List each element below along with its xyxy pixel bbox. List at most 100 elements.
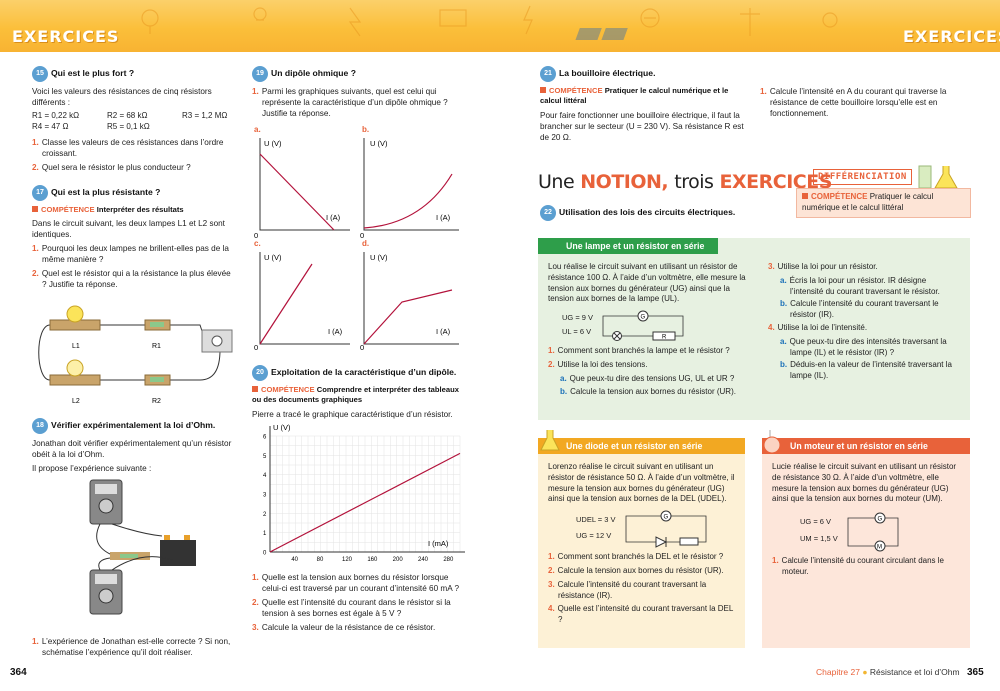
udel-value: UDEL = 3 V — [576, 515, 616, 525]
svg-text:U (V): U (V) — [264, 253, 282, 262]
exercise-22: 22 Utilisation des lois des circuits élec… — [540, 205, 800, 225]
graphs-grid: a. U (V) I (A) 0 b. U (V) I (A) 0 c. U (… — [254, 125, 459, 352]
svg-text:c.: c. — [254, 239, 261, 248]
svg-text:G: G — [877, 517, 882, 523]
x-tick-label: 280 — [443, 557, 454, 563]
exercise-intro-2: Il propose l’expérience suivante : — [32, 464, 152, 474]
round-flask-icon — [763, 430, 781, 454]
exercise-21: 21 La bouilloire électrique. COMPÉTENCE P… — [540, 66, 750, 146]
exercise-title: Qui est la plus résistante ? — [51, 187, 161, 198]
value-r5: R5 = 0,1 kΩ — [107, 121, 150, 131]
exercise-intro: Pour faire fonctionner une bouilloire él… — [540, 110, 744, 142]
svg-text:I (A): I (A) — [436, 213, 451, 222]
label-r1: R1 — [152, 343, 161, 350]
x-axis-label: I (mA) — [428, 539, 449, 548]
svg-text:G: G — [663, 515, 668, 521]
y-axis-label: U (V) — [273, 423, 291, 432]
y-tick-label: 6 — [263, 435, 267, 441]
battery-icon — [160, 540, 196, 566]
exercise-title: Un dipôle ohmique ? — [271, 68, 356, 79]
lamp-1-icon — [66, 305, 84, 323]
ug-value: UG = 12 V — [576, 531, 612, 541]
question-1: 1. Pourquoi les deux lampes ne brillent-e… — [32, 244, 229, 265]
lab-glassware-icon — [918, 165, 958, 189]
svg-text:a.: a. — [254, 125, 261, 134]
box-title: Une lampe et un résistor en série — [538, 238, 718, 254]
header-banner: EXERCICES EXERCICES — [0, 0, 1000, 52]
exercise-number: 15 — [32, 66, 48, 82]
svg-text:I (A): I (A) — [436, 327, 451, 336]
svg-text:R: R — [662, 335, 667, 341]
x-tick-label: 200 — [393, 557, 404, 563]
y-tick-label: 0 — [263, 551, 267, 557]
value-r3: R3 = 1,2 MΩ — [182, 111, 228, 121]
question-3: 3. Calcule la valeur de la résistance de … — [252, 623, 436, 633]
box-title: Un moteur et un résistor en série — [762, 438, 970, 454]
svg-text:b.: b. — [362, 125, 369, 134]
um-value: UM = 1,5 V — [800, 534, 838, 544]
y-tick-label: 2 — [263, 512, 267, 518]
exercise-title: Vérifier expérimentalement la loi d’Ohm. — [51, 420, 216, 431]
competence: COMPÉTENCE Interpréter des résultats — [32, 205, 232, 215]
graph-c: c. U (V) I (A) 0 — [254, 239, 350, 352]
svg-text:d.: d. — [362, 239, 369, 248]
circuit-diagram-diode: G — [625, 510, 706, 548]
box-intro: Lorenzo réalise le circuit suivant en ut… — [548, 462, 735, 504]
competence: COMPÉTENCE Pratiquer le calcul numérique… — [540, 86, 729, 106]
left-page-number: 364 — [10, 667, 27, 678]
ug-value: UG = 9 V — [562, 312, 594, 322]
decorative-icons — [141, 5, 838, 40]
exercise-title: Qui est le plus fort ? — [51, 68, 135, 79]
exercise-number: 17 — [32, 184, 48, 201]
exercise-18: 18 Vérifier expérimentalement la loi d’Oh… — [32, 418, 232, 477]
y-tick-label: 4 — [263, 473, 267, 479]
flask-icon — [540, 430, 560, 451]
chapter-footer: Chapitre 27 ● Résistance et loi d’Ohm — [816, 667, 960, 677]
x-tick-label: 40 — [291, 557, 298, 563]
lamp-2-icon — [66, 359, 84, 377]
exercise-intro: Voici les valeurs des résistances de cin… — [32, 87, 212, 108]
exercise-17: 17 Qui est la plus résistante ? COMPÉTENC… — [32, 184, 232, 291]
exercise-20: 20 Exploitation de la caractéristique d’u… — [252, 365, 467, 423]
exercise-19: 19 Un dipôle ohmique ? 1. Parmi les graphi… — [252, 66, 462, 122]
graph-a: a. U (V) I (A) 0 — [254, 125, 350, 240]
exercise-intro: Dans le circuit suivant, les deux lampes… — [32, 219, 225, 240]
resistance-values: R1 = 0,22 kΩ R2 = 68 kΩ R3 = 1,2 MΩ R4 =… — [32, 111, 232, 133]
resistor-1-icon — [150, 322, 164, 327]
value-r2: R2 = 68 kΩ — [107, 111, 148, 121]
y-tick-label: 5 — [263, 454, 267, 460]
exercise-number: 18 — [32, 418, 48, 434]
x-tick-label: 240 — [418, 557, 429, 563]
svg-text:G: G — [641, 315, 646, 321]
exercise-21-question: 1. Calcule l’intensité en A du courant qu… — [760, 87, 947, 119]
box-lamp-resistor: Une lampe et un résistor en série Lou ré… — [538, 238, 970, 420]
x-tick-label: 120 — [342, 557, 353, 563]
value-r1: R1 = 0,22 kΩ — [32, 111, 80, 121]
experiment-illustration — [89, 479, 196, 615]
exercise-number: 21 — [540, 66, 556, 82]
y-tick-label: 1 — [263, 531, 267, 537]
x-tick-label: 160 — [367, 557, 378, 563]
label-l2: L2 — [72, 398, 80, 405]
question-1: 1. Classe les valeurs de ces résistances … — [32, 137, 224, 158]
exercise-15: 15 Qui est le plus fort ? Voici les valeu… — [32, 66, 232, 173]
exercise-intro: Pierre a tracé le graphique caractéristi… — [252, 409, 453, 419]
box-diode-resistor: Une diode et un résistor en série Lorenz… — [538, 438, 745, 648]
left-banner-title: EXERCICES — [12, 27, 120, 46]
question-2: 2. Quelle est l’intensité du courant dans… — [252, 598, 451, 619]
exercise-number: 19 — [252, 66, 268, 82]
svg-text:I (A): I (A) — [326, 213, 341, 222]
exercise-20-questions: 1. Quelle est la tension aux bornes du ré… — [252, 572, 467, 636]
question-2: 2. Quel sera le résistor le plus conducte… — [32, 162, 191, 172]
exercise-title: Utilisation des lois des circuits électr… — [559, 207, 736, 218]
box-title: Une diode et un résistor en série — [538, 438, 745, 454]
svg-text:0: 0 — [254, 343, 258, 352]
circuit-diagram-motor: G M — [847, 512, 899, 552]
exercise-18-question: 1. L’expérience de Jonathan est-elle corr… — [32, 637, 231, 658]
value-r4: R4 = 47 Ω — [32, 121, 69, 131]
label-l1: L1 — [72, 343, 80, 350]
svg-text:U (V): U (V) — [370, 139, 388, 148]
graph-b: b. U (V) I (A) 0 — [360, 125, 459, 240]
box-intro: Lou réalise le circuit suivant en utilis… — [548, 262, 746, 304]
notion-title: Une NOTION, trois EXERCICES — [538, 171, 832, 193]
